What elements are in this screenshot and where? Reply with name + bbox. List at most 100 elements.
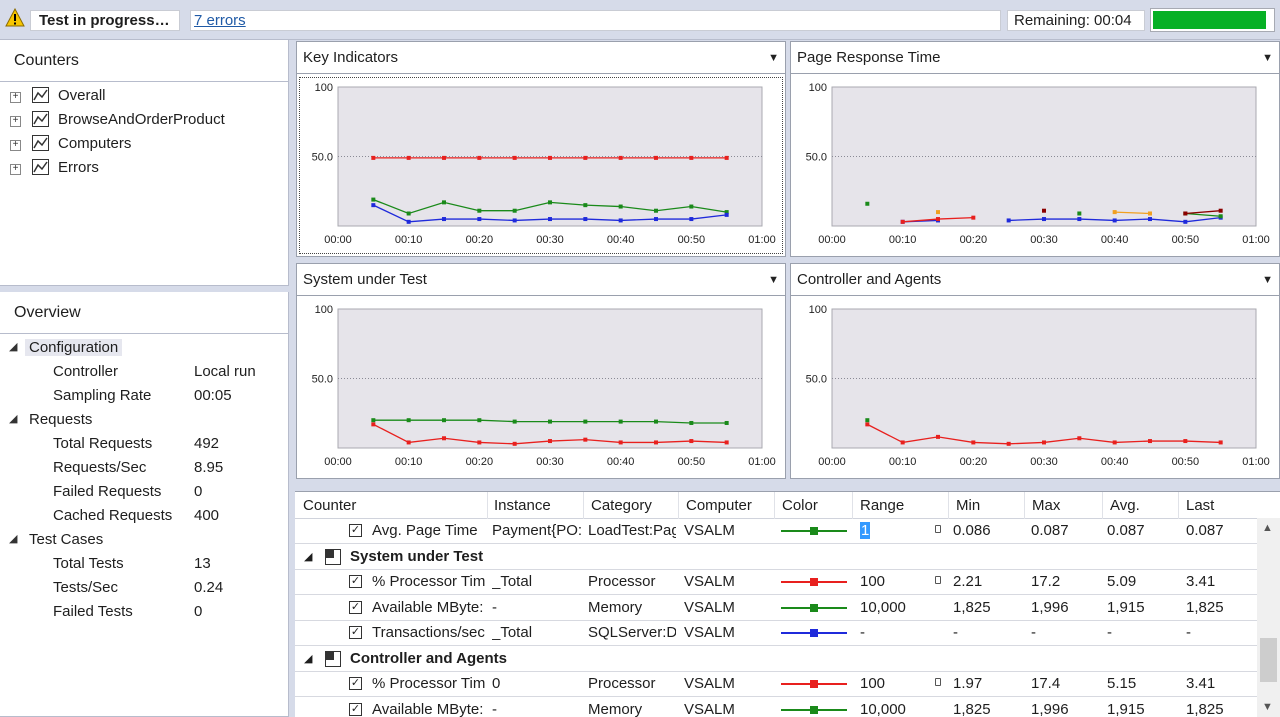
color-swatch[interactable] [781,705,847,714]
show-counter-checkbox[interactable]: ✓ [349,702,362,716]
expand-icon[interactable]: + [10,164,21,175]
data-point [1218,440,1223,445]
table-row[interactable]: ✓ Transactions/sec _Total SQLServer:Da VSALM… [295,621,1257,646]
range-value[interactable]: 1 [860,522,871,539]
column-header-computer[interactable]: Computer [686,497,752,514]
show-counter-checkbox[interactable]: ✓ [349,600,362,614]
table-row[interactable]: ✓ % Processor Tim _Total Processor VSALM 100 2… [295,570,1257,595]
column-divider[interactable] [852,492,853,519]
column-divider[interactable] [1024,492,1025,519]
lock-icon[interactable] [935,576,941,584]
graph-plot[interactable]: 100 50.0 00:00 00:10 00:20 00:30 00:40 00:50 01:… [297,75,785,256]
cell-avg: 1,915 [1107,598,1145,616]
graph-selector[interactable]: System under Test ▼ [297,264,785,296]
chevron-down-icon[interactable]: ▼ [768,52,779,64]
column-divider[interactable] [678,492,679,519]
tree-item-overall[interactable]: + Overall [0,84,288,108]
graph-plot[interactable]: 100 50.0 00:00 00:10 00:20 00:30 00:40 00:50 01:… [791,75,1279,256]
overview-row: Requests/Sec 8.95 [0,456,288,480]
column-header-category[interactable]: Category [591,497,652,514]
column-divider[interactable] [487,492,488,519]
chevron-down-icon[interactable]: ▼ [768,274,779,286]
graph-selector[interactable]: Key Indicators ▼ [297,42,785,74]
graph-selector[interactable]: Controller and Agents ▼ [791,264,1279,296]
collapse-icon[interactable]: ◢ [9,412,17,425]
column-header-instance[interactable]: Instance [494,497,551,514]
tree-item-browseandorderproduct[interactable]: + BrowseAndOrderProduct [0,108,288,132]
color-swatch[interactable] [781,680,847,688]
errors-link[interactable]: 7 errors [194,12,246,29]
scroll-thumb[interactable] [1260,638,1277,682]
data-point [583,155,588,160]
color-swatch[interactable] [781,629,847,637]
show-counter-checkbox[interactable]: ✓ [349,626,362,639]
table-row[interactable]: ✓ Avg. Page Time Payment{PO: LoadTest:Pag VS… [295,519,1257,544]
color-swatch[interactable] [781,578,847,586]
collapse-icon[interactable]: ◢ [9,532,17,545]
cell-min: 1,825 [953,598,991,616]
graph-key-indicators[interactable]: Key Indicators ▼ 100 50.0 00:00 00:10 00:20 0… [296,41,786,257]
column-divider[interactable] [948,492,949,519]
tree-item-errors[interactable]: + Errors [0,156,288,180]
lock-icon[interactable] [935,678,941,686]
data-point [406,219,411,224]
x-tick-label: 01:00 [748,456,776,468]
column-header-last[interactable]: Last [1186,497,1214,514]
overview-group-test-cases[interactable]: ◢ Test Cases [0,528,288,552]
color-swatch[interactable] [781,527,847,535]
column-divider[interactable] [774,492,775,519]
column-divider[interactable] [1102,492,1103,519]
table-group-row[interactable]: ◢ Controller and Agents [295,647,1257,672]
table-scrollbar[interactable]: ▲ ▼ [1257,518,1280,717]
collapse-icon[interactable]: ◢ [9,340,17,353]
chevron-down-icon[interactable]: ▼ [1262,274,1273,286]
lock-icon[interactable] [935,525,941,533]
x-tick-label: 00:10 [889,456,917,468]
collapse-icon[interactable]: ◢ [304,550,312,563]
graph-page-response-time[interactable]: Page Response Time ▼ 100 50.0 00:00 00:10 00… [790,41,1280,257]
column-header-counter[interactable]: Counter [303,497,356,514]
data-point [477,155,482,160]
table-row[interactable]: ✓ % Processor Tim 0 Processor VSALM 100 1.97 17… [295,672,1257,697]
tree-item-label: BrowseAndOrderProduct [58,111,225,128]
data-point [371,422,376,427]
overview-group-configuration[interactable]: ◢ Configuration [0,336,288,360]
graph-selector[interactable]: Page Response Time ▼ [791,42,1279,74]
scroll-up-icon[interactable]: ▲ [1262,522,1273,534]
data-point [1183,219,1188,224]
column-divider[interactable] [583,492,584,519]
show-counter-checkbox[interactable]: ✓ [349,575,362,588]
color-swatch[interactable] [781,603,847,612]
table-group-row[interactable]: ◢ System under Test [295,545,1257,570]
data-point [1183,439,1188,444]
collapse-icon[interactable]: ◢ [304,652,312,665]
graph-system-under-test[interactable]: System under Test ▼ 100 50.0 00:00 00:10 00:… [296,263,786,479]
column-header-min[interactable]: Min [956,497,980,514]
cell-range: 100 [860,675,886,692]
column-header-avg[interactable]: Avg. [1110,497,1140,514]
data-point [406,440,411,445]
color-marker [810,578,818,586]
cell-range[interactable]: 1 [860,522,871,539]
column-header-color[interactable]: Color [782,497,818,514]
graph-plot[interactable]: 100 50.0 00:00 00:10 00:20 00:30 00:40 00:50 01:… [791,297,1279,478]
table-row[interactable]: ✓ Available MByte: - Memory VSALM 10,000 1,825… [295,698,1257,717]
data-point [512,208,517,213]
expand-icon[interactable]: + [10,140,21,151]
overview-key: Failed Requests [53,483,162,500]
column-header-range[interactable]: Range [860,497,904,514]
expand-icon[interactable]: + [10,92,21,103]
graph-plot[interactable]: 100 50.0 00:00 00:10 00:20 00:30 00:40 00:50 01:… [297,297,785,478]
data-point [371,418,376,423]
table-row[interactable]: ✓ Available MByte: - Memory VSALM 10,000 1,825… [295,596,1257,621]
chevron-down-icon[interactable]: ▼ [1262,52,1273,64]
graph-controller-and-agents[interactable]: Controller and Agents ▼ 100 50.0 00:00 00:1… [790,263,1280,479]
column-header-max[interactable]: Max [1032,497,1060,514]
show-counter-checkbox[interactable]: ✓ [349,524,362,537]
scroll-down-icon[interactable]: ▼ [1262,701,1273,713]
show-counter-checkbox[interactable]: ✓ [349,677,362,690]
tree-item-computers[interactable]: + Computers [0,132,288,156]
expand-icon[interactable]: + [10,116,21,127]
column-divider[interactable] [1178,492,1179,519]
overview-group-requests[interactable]: ◢ Requests [0,408,288,432]
